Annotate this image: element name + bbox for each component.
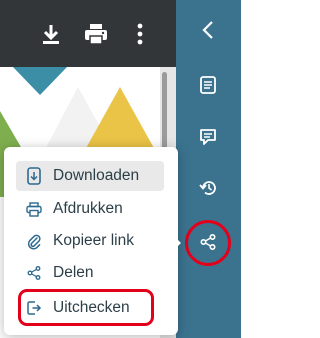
- document-icon: [200, 76, 216, 94]
- history-icon: [199, 181, 216, 195]
- print-button[interactable]: [82, 20, 110, 48]
- download-file-icon: [24, 166, 44, 186]
- print-icon: [24, 199, 44, 219]
- menu-item-kopieer-link[interactable]: Kopieer link: [16, 226, 164, 256]
- more-options-button[interactable]: [126, 20, 154, 48]
- side-rail: [176, 0, 241, 338]
- print-icon: [85, 24, 107, 45]
- menu-item-label: Kopieer link: [53, 232, 134, 249]
- menu-item-label: Delen: [53, 264, 94, 281]
- download-button[interactable]: [37, 20, 65, 48]
- share-menu-pointer: [172, 234, 181, 252]
- history-button[interactable]: [188, 168, 228, 208]
- document-info-button[interactable]: [188, 65, 228, 105]
- menu-item-label: Downloaden: [53, 167, 140, 184]
- menu-item-delen[interactable]: Delen: [16, 258, 164, 288]
- collapse-button[interactable]: [188, 10, 228, 50]
- chevron-left-icon: [202, 21, 213, 39]
- checkout-highlight-ring: [18, 289, 154, 326]
- share-highlight-ring: [185, 220, 231, 266]
- comments-button[interactable]: [188, 117, 228, 157]
- viewer-toolbar: [0, 0, 176, 67]
- menu-item-downloaden[interactable]: Downloaden: [16, 161, 164, 191]
- download-icon: [43, 25, 59, 44]
- comment-icon: [200, 129, 216, 145]
- share-icon: [24, 263, 44, 283]
- menu-item-afdrukken[interactable]: Afdrukken: [16, 194, 164, 224]
- menu-item-label: Afdrukken: [53, 200, 123, 217]
- more-vertical-icon: [137, 23, 143, 45]
- paperclip-icon: [24, 231, 44, 251]
